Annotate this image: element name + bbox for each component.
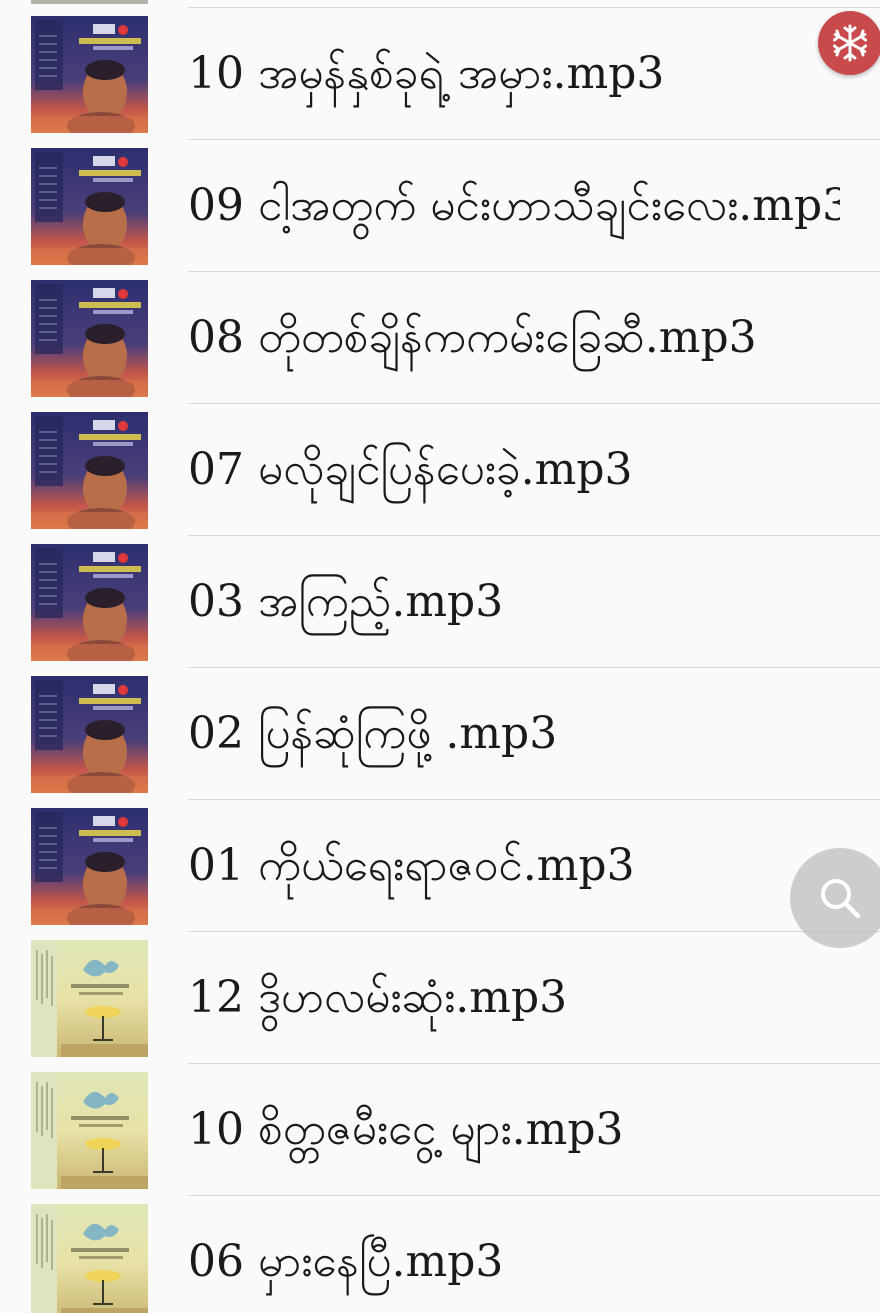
song-title: 03 အကြည့်.mp3	[188, 576, 504, 627]
song-list-item[interactable]: 03 အကြည့်.mp3	[0, 536, 880, 668]
album-cover-thumbnail	[31, 544, 148, 661]
song-list-item[interactable]: 02 ပြန်ဆုံကြဖို့ .mp3	[0, 668, 880, 800]
song-list-item[interactable]: 07 မလိုချင်ပြန်ပေးခဲ့.mp3	[0, 404, 880, 536]
song-title: 02 ပြန်ဆုံကြဖို့ .mp3	[188, 708, 558, 759]
previous-row-thumbnail-edge	[31, 0, 148, 4]
album-cover-artist-portrait	[31, 676, 148, 793]
album-cover-thumbnail	[31, 412, 148, 529]
song-title: 08 တိုတစ်ချိန်ကကမ်းခြေဆီ.mp3	[188, 312, 757, 363]
album-cover-artist-portrait	[31, 544, 148, 661]
album-cover-thumbnail	[31, 148, 148, 265]
album-cover-thumbnail	[31, 16, 148, 133]
song-title: 10 စိတ္တဇမီးငွေ့ များ.mp3	[188, 1104, 624, 1155]
album-cover-desert	[31, 940, 148, 1057]
album-cover-desert	[31, 1204, 148, 1313]
song-list: 10 အမှန်နှစ်ခုရဲ့ အမှား.mp3 09 ငါ့အတွက် မ…	[0, 8, 880, 1313]
album-cover-artist-portrait	[31, 412, 148, 529]
album-cover-desert	[31, 1072, 148, 1189]
song-title: 01 ကိုယ်ရေးရာဇဝင်.mp3	[188, 840, 635, 891]
song-list-item[interactable]: 12 ဒွိဟလမ်းဆုံး.mp3	[0, 932, 880, 1064]
song-list-item[interactable]: 10 အမှန်နှစ်ခုရဲ့ အမှား.mp3	[0, 8, 880, 140]
album-cover-thumbnail	[31, 1204, 148, 1313]
album-cover-thumbnail	[31, 808, 148, 925]
song-list-item[interactable]: 06 မှားနေပြီ.mp3	[0, 1196, 880, 1313]
album-cover-artist-portrait	[31, 808, 148, 925]
previous-row-edge	[0, 0, 880, 8]
album-cover-thumbnail	[31, 280, 148, 397]
album-cover-artist-portrait	[31, 148, 148, 265]
album-cover-thumbnail	[31, 1072, 148, 1189]
song-title: 07 မလိုချင်ပြန်ပေးခဲ့.mp3	[188, 444, 633, 495]
song-list-screen: 10 အမှန်နှစ်ခုရဲ့ အမှား.mp3 09 ငါ့အတွက် မ…	[0, 0, 880, 1313]
song-list-item[interactable]: 09 ငါ့အတွက် မင်းဟာသီချင်းလေး.mp3	[0, 140, 880, 272]
song-list-item[interactable]: 08 တိုတစ်ချိန်ကကမ်းခြေဆီ.mp3	[0, 272, 880, 404]
song-title: 09 ငါ့အတွက် မင်းဟာသီချင်းလေး.mp3	[188, 180, 840, 231]
snowflake-icon	[833, 24, 867, 62]
search-icon	[821, 879, 861, 919]
song-list-item[interactable]: 10 စိတ္တဇမီးငွေ့ များ.mp3	[0, 1064, 880, 1196]
album-cover-artist-portrait	[31, 280, 148, 397]
search-button[interactable]	[790, 848, 880, 948]
snow-effect-button[interactable]	[818, 11, 880, 75]
song-list-item[interactable]: 01 ကိုယ်ရေးရာဇဝင်.mp3	[0, 800, 880, 932]
album-cover-thumbnail	[31, 940, 148, 1057]
song-title: 12 ဒွိဟလမ်းဆုံး.mp3	[188, 972, 568, 1023]
song-title: 10 အမှန်နှစ်ခုရဲ့ အမှား.mp3	[188, 48, 665, 99]
song-title: 06 မှားနေပြီ.mp3	[188, 1236, 504, 1287]
album-cover-artist-portrait	[31, 16, 148, 133]
album-cover-thumbnail	[31, 676, 148, 793]
